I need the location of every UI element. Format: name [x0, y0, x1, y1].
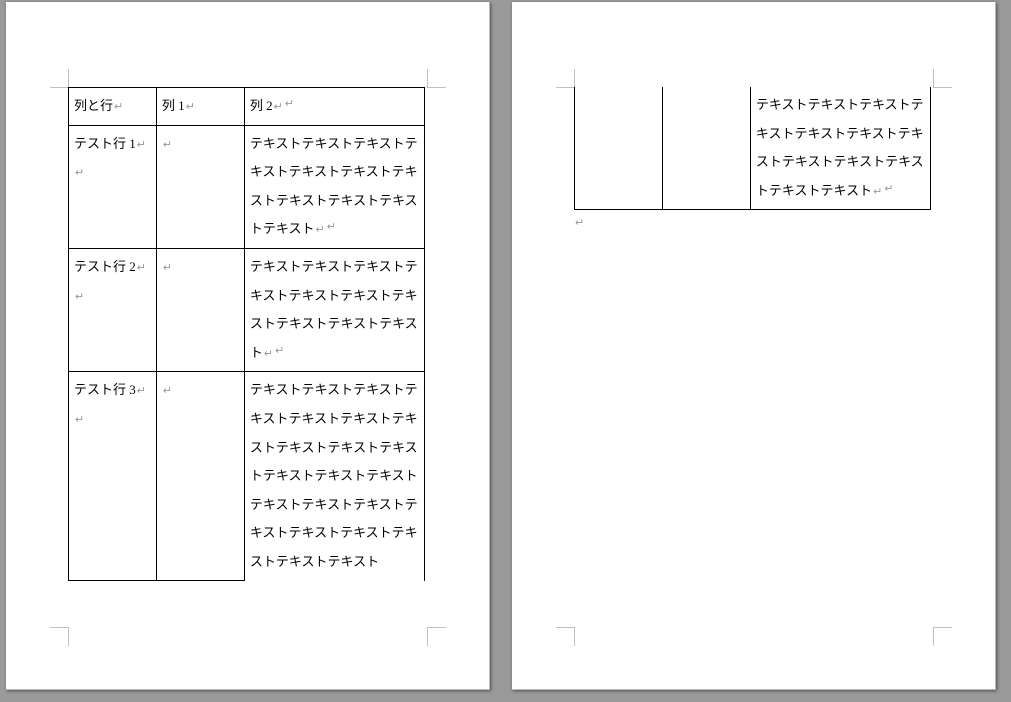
page-1[interactable]: 列と行↵ 列 1↵ 列 2↵↵ テスト行 1↵↵ ↵ テキストテキストテキストテ…	[6, 2, 490, 690]
header-cell-0[interactable]: 列と行↵	[69, 88, 157, 126]
row-label-cell[interactable]: テスト行 2↵↵	[69, 248, 157, 371]
document-workspace: 列と行↵ 列 1↵ 列 2↵↵ テスト行 1↵↵ ↵ テキストテキストテキストテ…	[0, 0, 1011, 702]
paragraph-mark-icon: ↵	[137, 262, 146, 274]
row-label-cell[interactable]: テスト行 3↵↵	[69, 372, 157, 581]
margin-corner-icon	[933, 627, 952, 646]
table-row: テスト行 2↵↵ ↵ テキストテキストテキストテキストテキストテキストテキストテ…	[69, 248, 425, 371]
table-row: テスト行 1↵↵ ↵ テキストテキストテキストテキストテキストテキストテキストテ…	[69, 125, 425, 248]
page-2-content[interactable]: テキストテキストテキストテキストテキストテキストテキストテキストテキストテキスト…	[574, 87, 934, 630]
col2-cell[interactable]: テキストテキストテキストテキストテキストテキストテキストテキストテキストテキスト…	[750, 87, 930, 210]
table-row: テスト行 3↵↵ ↵ テキストテキストテキストテキストテキストテキストテキストテ…	[69, 372, 425, 581]
document-table[interactable]: 列と行↵ 列 1↵ 列 2↵↵ テスト行 1↵↵ ↵ テキストテキストテキストテ…	[68, 87, 425, 581]
paragraph-mark-icon: ↵	[315, 224, 324, 236]
header-cell-1[interactable]: 列 1↵	[156, 88, 244, 126]
table-row: テキストテキストテキストテキストテキストテキストテキストテキストテキストテキスト…	[575, 87, 931, 210]
page-1-content[interactable]: 列と行↵ 列 1↵ 列 2↵↵ テスト行 1↵↵ ↵ テキストテキストテキストテ…	[68, 87, 428, 630]
paragraph-mark-icon: ↵	[114, 101, 123, 113]
row-end-mark-icon: ↵	[327, 215, 336, 239]
row-label-cell[interactable]: テスト行 1↵↵	[69, 125, 157, 248]
margin-corner-icon	[556, 627, 575, 646]
col1-cell[interactable]: ↵	[156, 372, 244, 581]
header-cell-2[interactable]: 列 2↵↵	[244, 88, 424, 126]
paragraph-mark-icon: ↵	[264, 348, 273, 360]
paragraph-mark-icon: ↵	[163, 385, 172, 397]
paragraph-mark-icon: ↵	[75, 291, 84, 303]
paragraph-mark-icon: ↵	[274, 101, 283, 113]
margin-corner-icon	[427, 627, 446, 646]
col2-cell[interactable]: テキストテキストテキストテキストテキストテキストテキストテキストテキストテキスト…	[244, 125, 424, 248]
col1-cell[interactable]: ↵	[156, 248, 244, 371]
margin-corner-icon	[427, 69, 446, 88]
col1-cell[interactable]	[662, 87, 750, 210]
row-label-cell[interactable]	[575, 87, 663, 210]
paragraph-mark-icon: ↵	[163, 139, 172, 151]
col2-cell[interactable]: テキストテキストテキストテキストテキストテキストテキストテキストテキストテキスト…	[244, 372, 424, 581]
paragraph-mark-icon: ↵	[186, 101, 195, 113]
paragraph-mark-icon: ↵	[137, 385, 146, 397]
col2-cell[interactable]: テキストテキストテキストテキストテキストテキストテキストテキストテキストテキスト…	[244, 248, 424, 371]
col1-cell[interactable]: ↵	[156, 125, 244, 248]
margin-corner-icon	[50, 627, 69, 646]
row-end-mark-icon: ↵	[285, 92, 294, 116]
page-2[interactable]: テキストテキストテキストテキストテキストテキストテキストテキストテキストテキスト…	[512, 2, 996, 690]
paragraph-mark-icon: ↵	[137, 139, 146, 151]
margin-corner-icon	[933, 69, 952, 88]
paragraph-mark-icon: ↵	[873, 186, 882, 198]
table-header-row: 列と行↵ 列 1↵ 列 2↵↵	[69, 88, 425, 126]
paragraph-mark-icon: ↵	[163, 262, 172, 274]
row-end-mark-icon: ↵	[275, 339, 284, 363]
margin-corner-icon	[556, 69, 575, 88]
row-end-mark-icon: ↵	[884, 177, 893, 201]
paragraph-mark-icon: ↵	[575, 217, 584, 229]
margin-corner-icon	[50, 69, 69, 88]
paragraph-mark-icon: ↵	[75, 167, 84, 179]
paragraph-mark-icon: ↵	[75, 414, 84, 426]
document-table-continued[interactable]: テキストテキストテキストテキストテキストテキストテキストテキストテキストテキスト…	[574, 87, 931, 210]
